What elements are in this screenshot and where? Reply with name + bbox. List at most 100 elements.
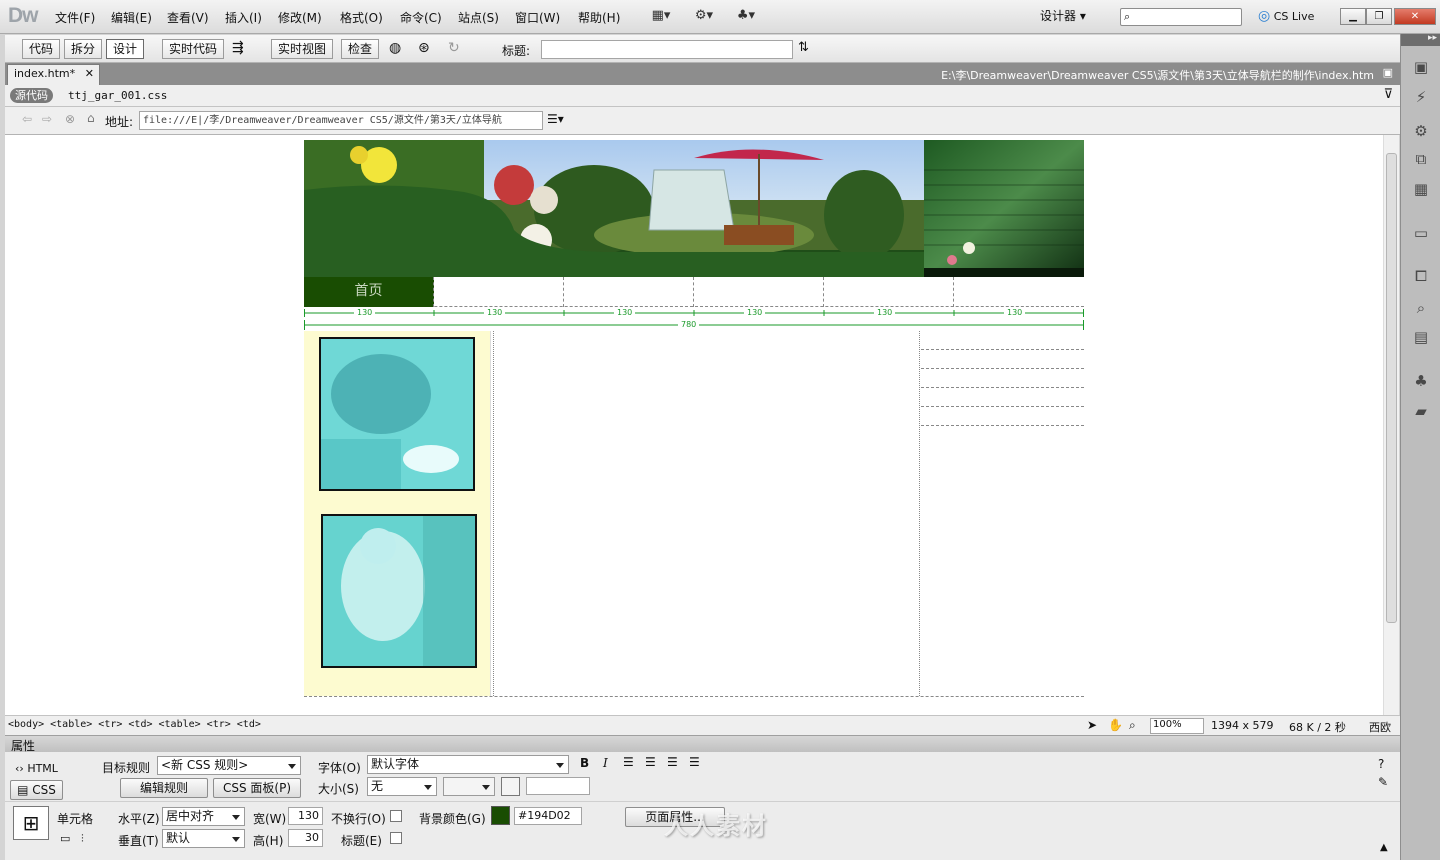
html-mode-button[interactable]: ‹› HTML <box>15 762 58 775</box>
nav-item-6[interactable] <box>954 277 1084 307</box>
height-input[interactable]: 30 <box>288 829 323 847</box>
col-width-label[interactable]: 130 <box>484 308 506 317</box>
menu-edit[interactable]: 编辑(E) <box>111 9 152 26</box>
title-input[interactable] <box>541 40 793 59</box>
col-width-label[interactable]: 130 <box>744 308 766 317</box>
inspect-cursor-icon[interactable]: ⇶ <box>232 40 244 56</box>
nav-item-3[interactable] <box>564 277 694 307</box>
bg-color-swatch[interactable] <box>491 806 510 825</box>
code-view-button[interactable]: 代码 <box>22 39 61 59</box>
menu-window[interactable]: 窗口(W) <box>515 9 560 26</box>
menu-file[interactable]: 文件(F) <box>55 9 95 26</box>
quick-tag-editor-icon[interactable]: ✎ <box>1378 775 1388 789</box>
zoom-tool-icon[interactable]: ⌕ <box>1129 718 1136 733</box>
main-content-cell[interactable] <box>493 331 920 696</box>
align-left-icon[interactable]: ☰ <box>623 755 634 769</box>
search-code-icon[interactable]: ⌕ <box>1408 299 1434 323</box>
merge-cells-icon[interactable]: ▭ <box>60 832 70 845</box>
css-panel-button[interactable]: CSS 面板(P) <box>213 778 301 798</box>
live-code-button[interactable]: 实时代码 <box>162 39 225 59</box>
nav-item-2[interactable] <box>434 277 564 307</box>
table-width-label[interactable]: 780 <box>678 320 700 329</box>
back-icon[interactable]: ⇦ <box>22 112 32 126</box>
nav-item-4[interactable] <box>694 277 824 307</box>
minimize-button[interactable]: ▁ <box>1340 8 1366 25</box>
text-color-input[interactable] <box>526 777 590 795</box>
align-center-icon[interactable]: ☰ <box>645 755 656 769</box>
properties-panel-header[interactable]: 属性 <box>5 735 1400 753</box>
menu-modify[interactable]: 修改(M) <box>278 9 322 26</box>
file-management-icon[interactable]: ⊛ <box>418 40 430 56</box>
expand-icon[interactable]: ▸▸ <box>1428 33 1437 43</box>
target-rule-select[interactable]: <新 CSS 规则> <box>157 756 301 775</box>
align-right-icon[interactable]: ☰ <box>667 755 678 769</box>
size-select[interactable]: 无 <box>367 777 437 796</box>
list-row[interactable] <box>921 388 1084 407</box>
page-table[interactable]: 首页 130 130 130 130 130 130 780 <box>304 135 1084 715</box>
list-row[interactable] <box>921 369 1084 388</box>
restore-button[interactable]: ❐ <box>1366 8 1392 25</box>
list-row[interactable] <box>921 407 1084 426</box>
horizontal-align-select[interactable]: 居中对齐 <box>162 807 245 826</box>
hand-tool-icon[interactable]: ✋ <box>1108 718 1123 732</box>
upload-download-icon[interactable]: ⇅ <box>798 40 809 55</box>
help-icon[interactable]: ? <box>1378 757 1384 771</box>
design-view-button[interactable]: 设计 <box>106 39 145 59</box>
menu-insert[interactable]: 插入(I) <box>225 9 262 26</box>
refresh-icon[interactable]: ↻ <box>448 40 460 56</box>
right-sidebar-cell[interactable] <box>921 331 1084 696</box>
window-size[interactable]: 1394 x 579 <box>1211 719 1274 732</box>
header-checkbox[interactable] <box>390 832 402 844</box>
menu-commands[interactable]: 命令(C) <box>400 9 442 26</box>
close-button[interactable]: ✕ <box>1394 8 1436 25</box>
browser-preview-icon[interactable]: ◍ <box>389 40 401 56</box>
menu-format[interactable]: 格式(O) <box>340 9 383 26</box>
gear-icon[interactable]: ⚙▾ <box>689 8 719 26</box>
size-unit-select[interactable] <box>443 777 495 796</box>
text-color-swatch[interactable] <box>501 777 520 796</box>
insert-panel-icon[interactable]: ▣ <box>1408 58 1434 82</box>
col-width-label[interactable]: 130 <box>354 308 376 317</box>
filter-icon[interactable]: ⊽ <box>1383 87 1393 102</box>
col-width-label[interactable]: 130 <box>874 308 896 317</box>
stop-icon[interactable]: ⊗ <box>65 112 75 126</box>
edit-rule-button[interactable]: 编辑规则 <box>120 778 208 798</box>
site-icon[interactable]: ♣▾ <box>731 8 761 26</box>
justify-icon[interactable]: ☰ <box>689 755 700 769</box>
live-view-button[interactable]: 实时视图 <box>271 39 334 59</box>
col-width-label[interactable]: 130 <box>614 308 636 317</box>
collapse-icon[interactable]: ▲ <box>1380 842 1388 853</box>
home-icon[interactable]: ⌂ <box>87 111 95 125</box>
assets-icon[interactable]: ▰ <box>1408 402 1434 426</box>
pointer-tool-icon[interactable]: ➤ <box>1087 718 1097 732</box>
forward-icon[interactable]: ⇨ <box>42 112 52 126</box>
inspect-button[interactable]: 检查 <box>341 39 380 59</box>
left-sidebar-cell[interactable] <box>304 331 491 696</box>
list-row[interactable] <box>921 331 1084 350</box>
related-css-file[interactable]: ttj_gar_001.css <box>68 89 167 102</box>
bold-button[interactable]: B <box>580 756 589 770</box>
split-cell-icon[interactable]: ⫶ <box>81 832 84 846</box>
layout-icon[interactable]: ▦▾ <box>646 8 676 26</box>
address-input[interactable]: file:///E|/李/Dreamweaver/Dreamweaver CS5… <box>139 111 543 130</box>
list-row[interactable] <box>921 350 1084 369</box>
font-select[interactable]: 默认字体 <box>367 755 569 774</box>
nav-item-5[interactable] <box>824 277 954 307</box>
workspace-switcher[interactable]: 设计器 ▾ <box>1040 7 1104 25</box>
css-styles-icon[interactable]: ⚙ <box>1408 122 1434 146</box>
behaviors-panel-icon[interactable]: ⚡ <box>1408 88 1434 112</box>
menu-site[interactable]: 站点(S) <box>458 9 499 26</box>
zoom-select[interactable]: 100% <box>1150 718 1204 734</box>
help-search-input[interactable]: ⌕ <box>1120 8 1242 26</box>
vertical-align-select[interactable]: 默认 <box>162 829 245 848</box>
snippets-icon[interactable]: ▤ <box>1408 328 1434 352</box>
restore-doc-icon[interactable]: ▣ <box>1383 66 1393 79</box>
source-code-tab[interactable]: 源代码 <box>10 88 53 103</box>
nowrap-checkbox[interactable] <box>390 810 402 822</box>
vertical-scrollbar[interactable] <box>1383 135 1399 715</box>
bg-color-input[interactable]: #194D02 <box>514 807 582 825</box>
design-canvas[interactable]: 首页 130 130 130 130 130 130 780 <box>5 135 1383 715</box>
italic-button[interactable]: I <box>603 756 608 770</box>
width-input[interactable]: 130 <box>288 807 323 825</box>
nav-item-home[interactable]: 首页 <box>304 277 434 307</box>
